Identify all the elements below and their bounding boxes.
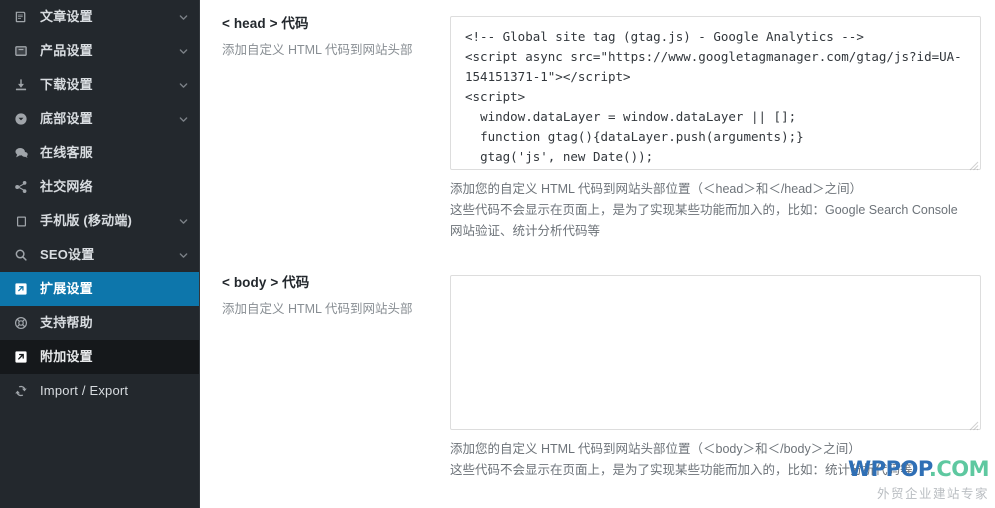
external-icon (11, 347, 31, 367)
help-line: 添加您的自定义 HTML 代码到网站头部位置（＜body＞和＜/body＞之间） (450, 442, 861, 456)
body-code-wrapper (450, 275, 981, 431)
sidebar-item-2[interactable]: 下载设置 (0, 68, 200, 102)
chevron-down-icon[interactable] (176, 112, 190, 126)
head-code-wrapper: <!-- Global site tag (gtag.js) - Google … (450, 16, 981, 171)
footer-icon (11, 109, 31, 129)
sidebar-item-8[interactable]: 扩展设置 (0, 272, 200, 306)
sidebar-item-label: 文章设置 (40, 9, 93, 24)
sidebar-item-label: 扩展设置 (40, 281, 93, 296)
download-icon (11, 75, 31, 95)
help-line: 这些代码不会显示在页面上，是为了实现某些功能而加入的，比如：Google Sea… (450, 203, 958, 217)
head-code-help: 添加您的自定义 HTML 代码到网站头部位置（＜head＞和＜/head＞之间）… (450, 179, 981, 242)
help-line: 添加您的自定义 HTML 代码到网站头部位置（＜head＞和＜/head＞之间） (450, 182, 863, 196)
sidebar-item-label: 产品设置 (40, 43, 93, 58)
main-content: < head > 代码 添加自定义 HTML 代码到网站头部 <!-- Glob… (200, 0, 995, 508)
section-desc-head: 添加自定义 HTML 代码到网站头部 (222, 43, 413, 57)
sidebar-item-10[interactable]: 附加设置 (0, 340, 200, 374)
sidebar-item-9[interactable]: 支持帮助 (0, 306, 200, 340)
sidebar-item-6[interactable]: 手机版 (移动端) (0, 204, 200, 238)
chevron-down-icon[interactable] (176, 44, 190, 58)
chat-icon (11, 143, 31, 163)
resize-handle-icon[interactable] (969, 158, 979, 171)
sidebar-item-label: 在线客服 (40, 145, 93, 160)
settings-page: 文章设置产品设置下载设置底部设置在线客服社交网络手机版 (移动端) SEO设置扩展… (0, 0, 995, 508)
sidebar-item-label: 附加设置 (40, 349, 93, 364)
section-body-head: <!-- Global site tag (gtag.js) - Google … (436, 0, 995, 242)
help-line: 网站验证、统计分析代码等 (450, 224, 601, 238)
head-code-textarea[interactable]: <!-- Global site tag (gtag.js) - Google … (450, 16, 981, 170)
body-code-help: 添加您的自定义 HTML 代码到网站头部位置（＜body＞和＜/body＞之间）… (450, 439, 981, 481)
chevron-down-icon[interactable] (176, 78, 190, 92)
section-body-content: 添加您的自定义 HTML 代码到网站头部位置（＜body＞和＜/body＞之间）… (436, 259, 995, 481)
sync-icon (11, 381, 31, 401)
resize-handle-icon[interactable] (969, 418, 979, 431)
sidebar-item-label: 下载设置 (40, 77, 93, 92)
sidebar-item-5[interactable]: 社交网络 (0, 170, 200, 204)
extension-icon (11, 279, 31, 299)
section-title-head: < head > 代码 (222, 16, 309, 31)
chevron-down-icon[interactable] (176, 214, 190, 228)
help-line: 这些代码不会显示在页面上，是为了实现某些功能而加入的，比如：统计分析代码等 (450, 463, 913, 477)
share-icon (11, 177, 31, 197)
section-title-body: < body > 代码 (222, 275, 310, 290)
section-head-code: < head > 代码 添加自定义 HTML 代码到网站头部 <!-- Glob… (200, 0, 995, 242)
sidebar-item-1[interactable]: 产品设置 (0, 34, 200, 68)
sidebar-item-4[interactable]: 在线客服 (0, 136, 200, 170)
chevron-down-icon[interactable] (176, 248, 190, 262)
sidebar-item-3[interactable]: 底部设置 (0, 102, 200, 136)
article-icon (11, 7, 31, 27)
watermark-subtitle: 外贸企业建站专家 (876, 487, 989, 501)
body-code-textarea[interactable] (450, 275, 981, 430)
product-icon (11, 41, 31, 61)
sidebar-item-label: Import / Export (40, 383, 129, 398)
section-body-label: < body > 代码 添加自定义 HTML 代码到网站头部 (200, 259, 436, 481)
search-icon (11, 245, 31, 265)
sidebar-item-7[interactable]: SEO设置 (0, 238, 200, 272)
section-desc-body: 添加自定义 HTML 代码到网站头部 (222, 302, 413, 316)
section-head-label: < head > 代码 添加自定义 HTML 代码到网站头部 (200, 0, 436, 242)
sidebar-item-0[interactable]: 文章设置 (0, 0, 200, 34)
sidebar-item-11[interactable]: Import / Export (0, 374, 200, 408)
sidebar-item-label: 手机版 (移动端) (40, 213, 133, 228)
sidebar-item-label: 社交网络 (40, 179, 93, 194)
admin-sidebar: 文章设置产品设置下载设置底部设置在线客服社交网络手机版 (移动端) SEO设置扩展… (0, 0, 200, 508)
lifebuoy-icon (11, 313, 31, 333)
sidebar-item-label: SEO设置 (40, 247, 95, 262)
mobile-icon (11, 211, 31, 231)
sidebar-item-label: 底部设置 (40, 111, 93, 126)
sidebar-item-label: 支持帮助 (40, 315, 93, 330)
section-body-code: < body > 代码 添加自定义 HTML 代码到网站头部 添加您的自定义 H… (200, 259, 995, 481)
chevron-down-icon[interactable] (176, 10, 190, 24)
